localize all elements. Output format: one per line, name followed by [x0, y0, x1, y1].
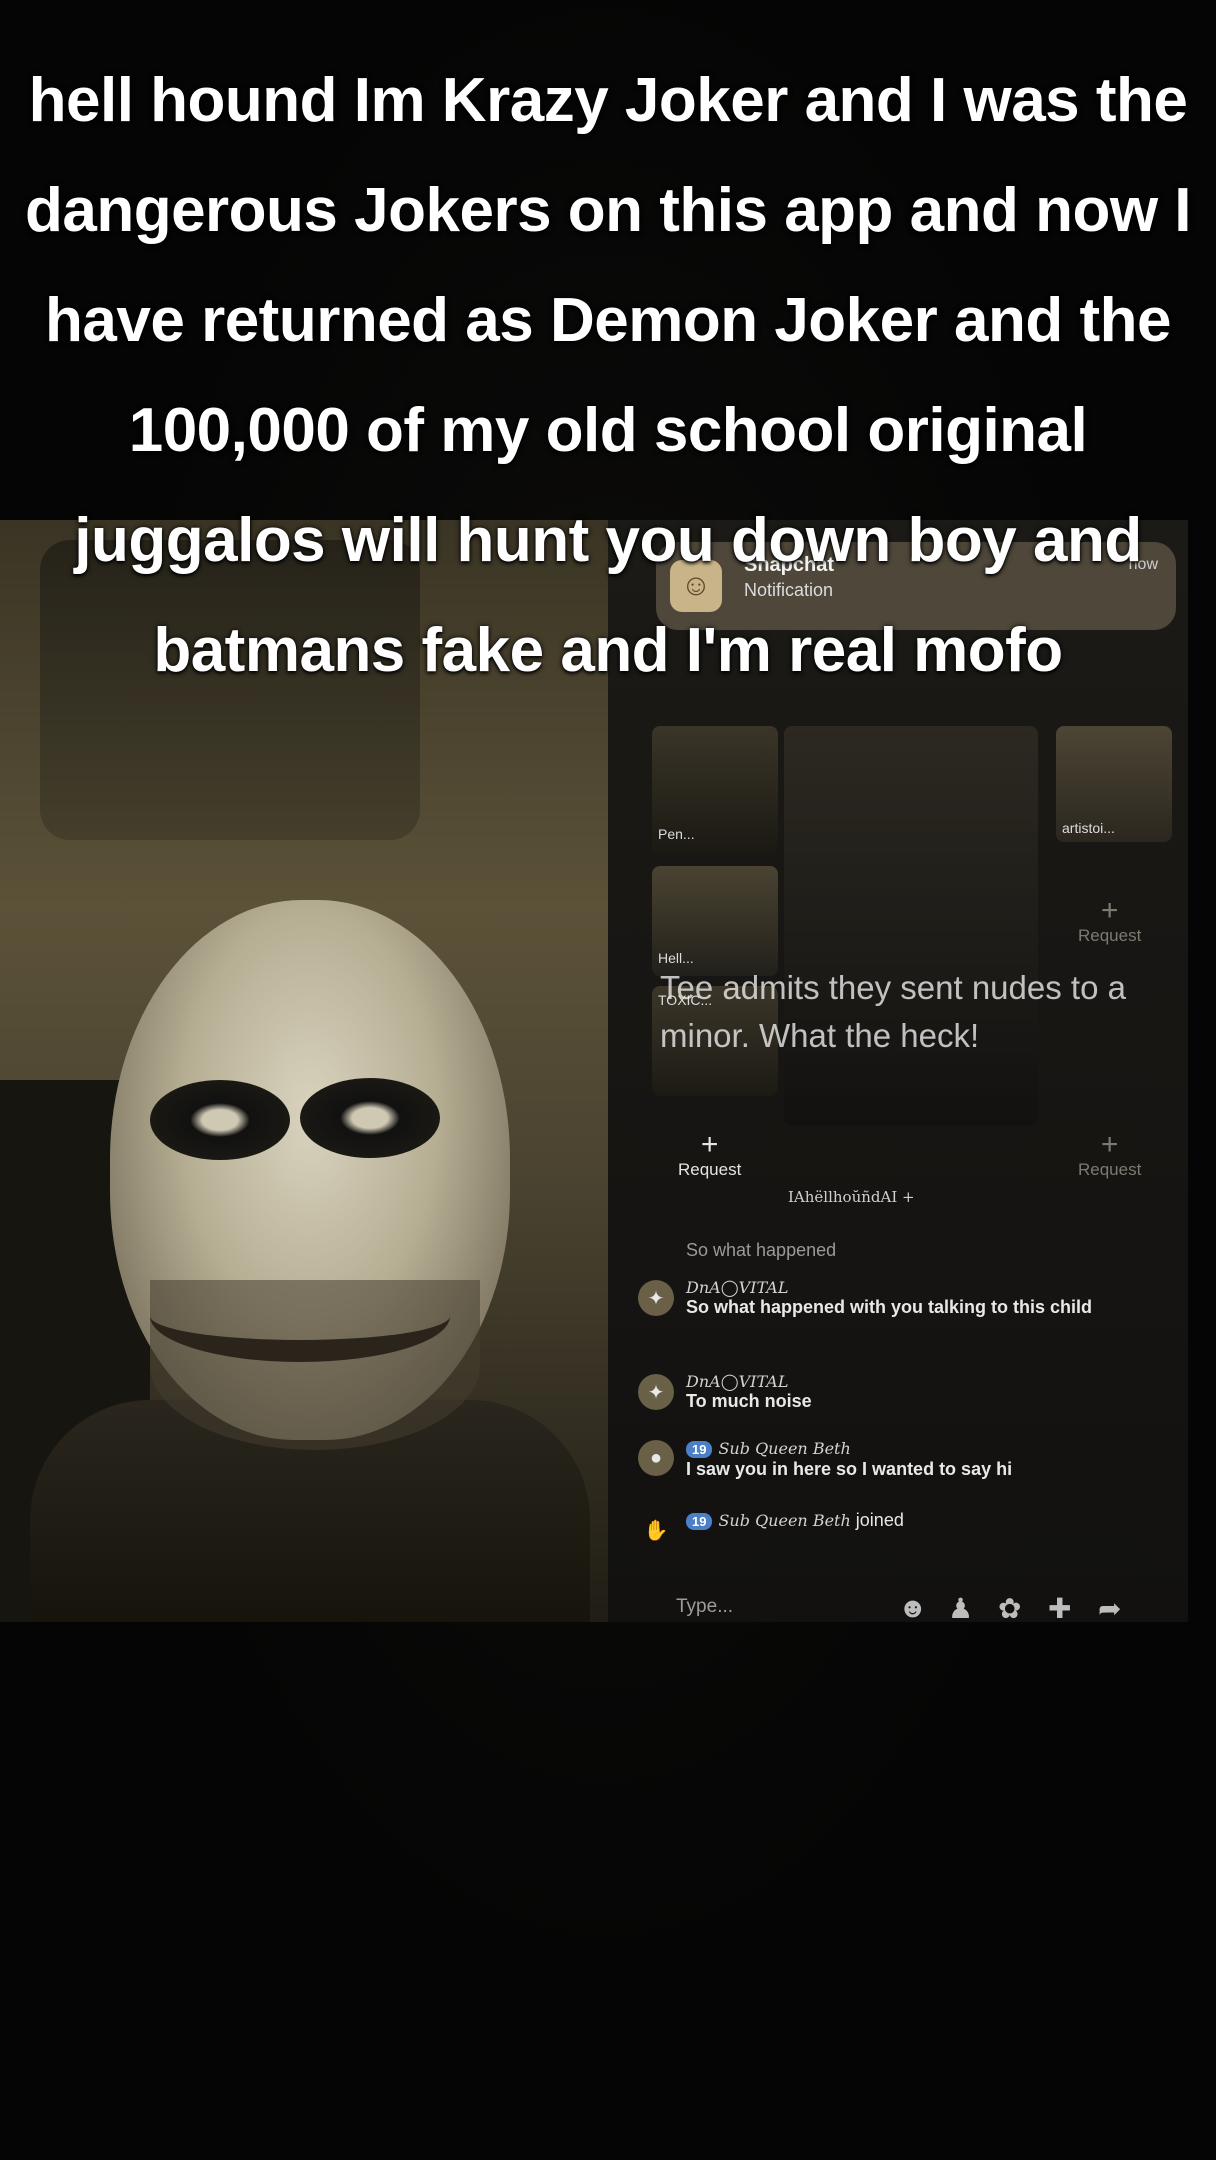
overlay-text: Tee admits they sent nudes to a minor. W…	[660, 969, 1126, 1054]
chat-username: DnA◯VITAL	[686, 1278, 789, 1297]
user-avatar: ●	[638, 1440, 674, 1476]
request-label: Request	[678, 1160, 742, 1179]
chat-message: ● 19 Sub Queen Beth I saw you in here so …	[638, 1438, 1178, 1480]
guest-tile-label: Pen...	[658, 826, 695, 842]
chat-username: Sub Queen Beth	[718, 1511, 851, 1530]
chat-username: DnA◯VITAL	[686, 1372, 789, 1391]
guest-tile-label: artistoi...	[1062, 820, 1115, 836]
left-eye	[150, 1080, 290, 1160]
request-slot-button[interactable]: + Request	[1078, 1130, 1141, 1180]
snapchat-icon[interactable]: ✿	[998, 1592, 1021, 1625]
emoji-icon[interactable]: ☻	[898, 1592, 927, 1624]
guest-tile[interactable]: Hell...	[652, 866, 778, 976]
chat-username: Sub Queen Beth	[718, 1439, 851, 1458]
people-icon[interactable]: ♟	[948, 1592, 973, 1625]
plus-icon: +	[1100, 1128, 1119, 1161]
chat-text: So what happened with you talking to thi…	[686, 1297, 1093, 1317]
chat-text: To much noise	[686, 1391, 812, 1411]
chat-input[interactable]: Type...	[676, 1596, 733, 1618]
gift-icon[interactable]: ✚	[1048, 1592, 1071, 1625]
plus-icon: +	[700, 1128, 719, 1161]
chat-message: ✦ DnA◯VITAL So what happened with you ta…	[638, 1278, 1178, 1318]
chat-text: I saw you in here so I wanted to say hi	[686, 1459, 1013, 1479]
chat-text: So what happened	[686, 1240, 837, 1260]
painted-smile	[150, 1270, 450, 1362]
host-video-tile[interactable]	[784, 726, 1038, 1126]
plus-icon: +	[1100, 894, 1119, 927]
chat-input-bar: Type... ☻ ♟ ✿ ✚ ➦	[638, 1586, 1178, 1634]
request-label: Request	[1078, 1160, 1142, 1179]
chat-message: So what happened	[638, 1240, 1178, 1261]
host-name: IAhëllhoŭñdAI +	[788, 1188, 915, 1206]
guest-tile[interactable]: Pen...	[652, 726, 778, 856]
guest-tile[interactable]: artistoi...	[1056, 726, 1172, 842]
caption-text: hell hound Im Krazy Joker and I was the …	[24, 66, 1192, 685]
share-icon[interactable]: ➦	[1098, 1592, 1121, 1625]
request-slot-button[interactable]: + Request	[1078, 896, 1141, 946]
user-avatar: ✦	[638, 1280, 674, 1316]
user-avatar: ✦	[638, 1374, 674, 1410]
chat-message: ✋ 19 Sub Queen Beth joined	[638, 1510, 1178, 1542]
right-eye	[300, 1078, 440, 1158]
request-slot-button[interactable]: + Request	[678, 1130, 741, 1180]
level-badge: 19	[686, 1513, 713, 1530]
chat-message: ✦ DnA◯VITAL To much noise	[638, 1372, 1178, 1412]
chat-text: joined	[855, 1510, 904, 1530]
wave-icon: ✋	[643, 1519, 669, 1542]
level-badge: 19	[686, 1441, 713, 1458]
request-label: Request	[1078, 926, 1142, 945]
